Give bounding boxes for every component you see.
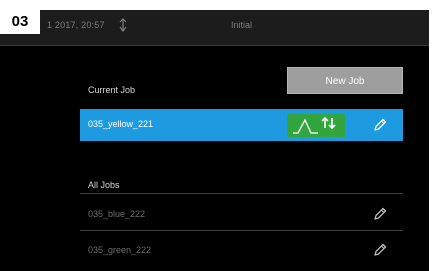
job-edit-icon[interactable] [372, 242, 388, 263]
job-edit-icon[interactable] [372, 206, 388, 227]
current-job-row[interactable]: 035_yellow_221 [80, 109, 403, 141]
current-job-edit-icon[interactable] [372, 117, 388, 138]
job-name: 035_blue_222 [88, 209, 146, 219]
job-list-item[interactable]: 035_green_222 [80, 237, 403, 265]
status-mode: Initial [231, 20, 253, 30]
new-job-button[interactable]: New Job [287, 67, 403, 94]
usb-arrow-icon [119, 18, 127, 35]
status-bar: 1 2017, 20:57 Initial [0, 10, 429, 46]
status-date-time: 1 2017, 20:57 [47, 20, 105, 30]
figure-number-badge: 03 [0, 10, 40, 34]
job-divider [80, 230, 403, 231]
curve-swap-icon [293, 116, 336, 134]
all-jobs-heading: All Jobs [88, 180, 120, 190]
job-status-chip[interactable] [287, 114, 345, 137]
job-name: 035_green_222 [88, 245, 152, 255]
job-list-item[interactable]: 035_blue_222 [80, 201, 403, 229]
pencil-icon [374, 118, 387, 131]
pencil-icon [374, 207, 387, 220]
pencil-icon [374, 243, 387, 256]
current-job-heading: Current Job [88, 85, 136, 95]
all-jobs-divider [80, 193, 403, 194]
device-screen: 1 2017, 20:57 Initial New Job Current Jo… [0, 10, 429, 271]
current-job-name: 035_yellow_221 [88, 119, 154, 129]
